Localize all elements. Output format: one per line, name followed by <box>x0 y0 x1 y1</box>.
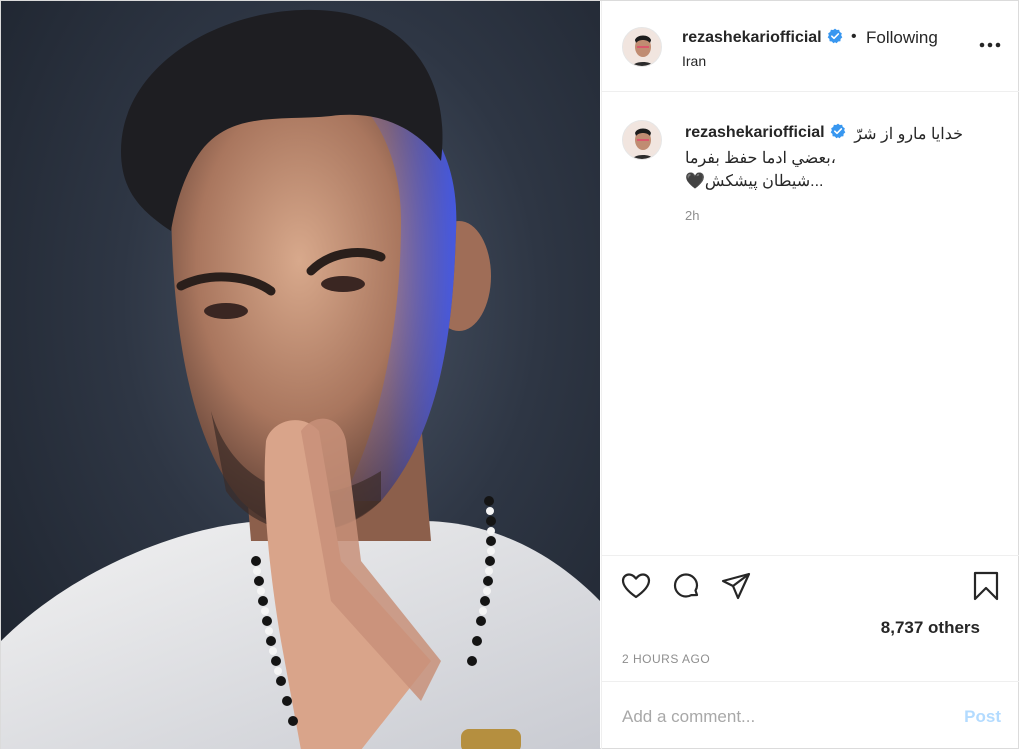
caption-age[interactable]: 2h <box>685 208 699 223</box>
post-comment-button[interactable]: Post <box>964 707 1001 727</box>
caption-username-text[interactable]: rezashekariofficial <box>685 124 825 141</box>
caption-line-3-text: شيطان پيشكش... <box>704 173 824 190</box>
caption-avatar[interactable] <box>622 120 662 160</box>
user-avatar[interactable] <box>622 27 662 67</box>
following-button[interactable]: Following <box>866 28 938 48</box>
header-username[interactable]: rezashekariofficial <box>682 28 843 47</box>
header-username-text[interactable]: rezashekariofficial <box>682 29 822 46</box>
portrait-illustration <box>1 9 600 749</box>
avatar-portrait-icon <box>623 121 661 159</box>
avatar-portrait-icon <box>623 28 661 66</box>
post-photo[interactable] <box>1 1 600 749</box>
likes-count[interactable]: 8,737 others <box>881 618 980 638</box>
follow-separator: • <box>851 28 857 45</box>
post-header: rezashekariofficial • Following Iran <box>602 1 1019 92</box>
comment-input[interactable] <box>622 702 942 732</box>
instagram-post-modal: rezashekariofficial • Following Iran rez… <box>0 0 1019 749</box>
comment-icon[interactable] <box>670 570 702 602</box>
post-side-panel: rezashekariofficial • Following Iran rez… <box>601 1 1019 749</box>
bookmark-icon[interactable] <box>970 570 1002 602</box>
caption-line-2: بعضي ادما حفظ بفرما، <box>685 150 836 167</box>
caption-area: rezashekariofficial خدایا مارو از شرّ بع… <box>602 92 1019 555</box>
comment-box: Post <box>602 681 1019 749</box>
share-icon[interactable] <box>720 570 752 602</box>
action-bar <box>602 555 1019 615</box>
caption-line-3: 🖤شيطان پيشكش... <box>685 171 823 191</box>
caption-emoji: 🖤 <box>685 173 705 190</box>
post-timestamp[interactable]: 2 HOURS AGO <box>622 652 710 666</box>
verified-badge-icon <box>830 123 845 139</box>
verified-badge-icon <box>827 28 842 44</box>
caption-line-1: خدایا مارو از شرّ <box>854 126 963 143</box>
caption-username[interactable]: rezashekariofficial <box>685 123 846 142</box>
post-location[interactable]: Iran <box>682 53 706 69</box>
heart-icon[interactable] <box>620 570 652 602</box>
more-options-icon[interactable] <box>976 35 1004 55</box>
